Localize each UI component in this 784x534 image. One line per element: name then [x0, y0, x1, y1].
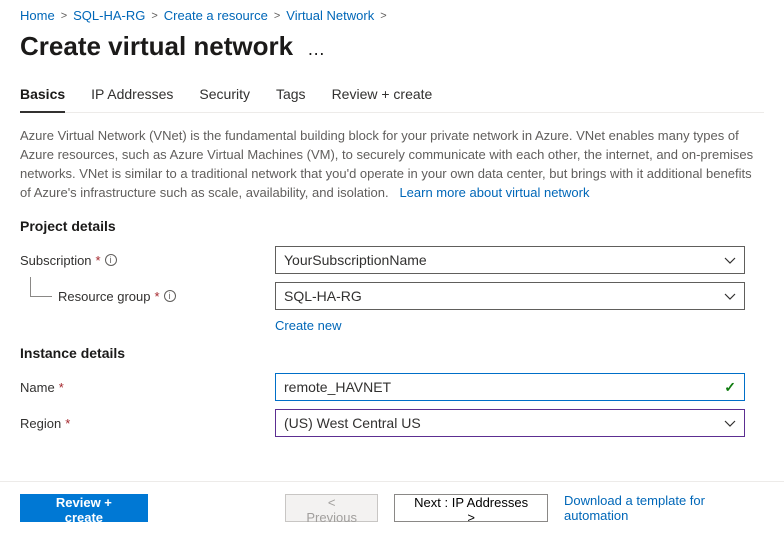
- breadcrumb: Home > SQL-HA-RG > Create a resource > V…: [20, 4, 764, 31]
- label-subscription: Subscription * i: [20, 253, 275, 268]
- breadcrumb-item-home[interactable]: Home: [20, 8, 55, 23]
- tab-basics[interactable]: Basics: [20, 80, 65, 112]
- chevron-down-icon: [724, 290, 736, 306]
- subscription-select[interactable]: YourSubscriptionName: [275, 246, 745, 274]
- tab-bar: Basics IP Addresses Security Tags Review…: [20, 80, 764, 113]
- tab-security[interactable]: Security: [199, 80, 250, 112]
- label-resource-group: Resource group * i: [20, 289, 275, 304]
- next-button[interactable]: Next : IP Addresses >: [394, 494, 548, 522]
- chevron-right-icon: >: [151, 10, 157, 22]
- previous-button: < Previous: [285, 494, 378, 522]
- chevron-down-icon: [724, 417, 736, 433]
- download-template-link[interactable]: Download a template for automation: [564, 493, 764, 523]
- create-new-rg-link[interactable]: Create new: [275, 318, 341, 333]
- region-select[interactable]: (US) West Central US: [275, 409, 745, 437]
- check-icon: ✓: [724, 379, 736, 396]
- section-title-instance: Instance details: [20, 345, 764, 361]
- info-icon[interactable]: i: [105, 254, 117, 266]
- learn-more-link[interactable]: Learn more about virtual network: [399, 185, 589, 200]
- name-input[interactable]: remote_HAVNET ✓: [275, 373, 745, 401]
- chevron-down-icon: [724, 254, 736, 270]
- chevron-right-icon: >: [274, 10, 280, 22]
- review-create-button[interactable]: Review + create: [20, 494, 148, 522]
- tab-review-create[interactable]: Review + create: [332, 80, 433, 112]
- more-actions-button[interactable]: …: [307, 39, 326, 60]
- description-text: Azure Virtual Network (VNet) is the fund…: [20, 127, 760, 202]
- page-title: Create virtual network: [20, 31, 293, 62]
- breadcrumb-item-vnet[interactable]: Virtual Network: [286, 8, 374, 23]
- tab-ip-addresses[interactable]: IP Addresses: [91, 80, 173, 112]
- label-name: Name *: [20, 380, 275, 395]
- info-icon[interactable]: i: [164, 290, 176, 302]
- label-region: Region *: [20, 416, 275, 431]
- breadcrumb-item-rg[interactable]: SQL-HA-RG: [73, 8, 145, 23]
- chevron-right-icon: >: [61, 10, 67, 22]
- section-title-project: Project details: [20, 218, 764, 234]
- breadcrumb-item-create[interactable]: Create a resource: [164, 8, 268, 23]
- tab-tags[interactable]: Tags: [276, 80, 306, 112]
- resource-group-select[interactable]: SQL-HA-RG: [275, 282, 745, 310]
- chevron-right-icon: >: [380, 10, 386, 22]
- footer: Review + create < Previous Next : IP Add…: [0, 482, 784, 534]
